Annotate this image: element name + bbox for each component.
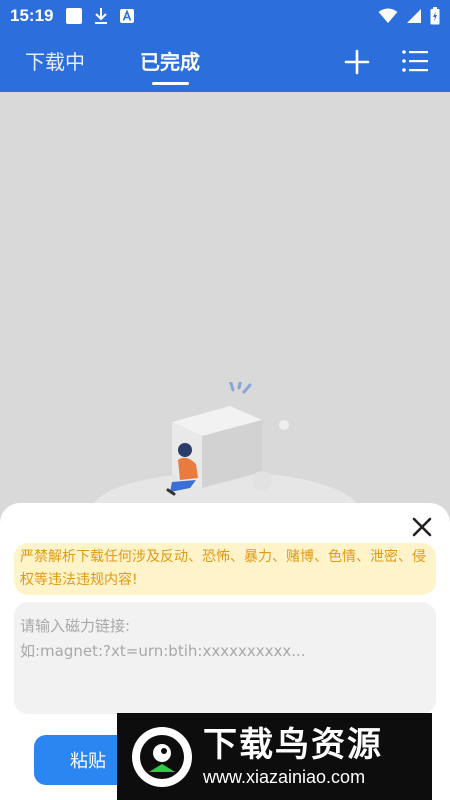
status-bar: 15:19 <box>0 0 450 32</box>
active-tab-indicator <box>152 82 189 85</box>
download-icon <box>95 8 108 24</box>
tab-completed[interactable]: 已完成 <box>140 46 200 75</box>
signal-icon <box>407 9 421 23</box>
legal-warning-notice: 严禁解析下载任何涉及反动、恐怖、暴力、赌博、色情、泄密、侵权等违法违规内容! <box>14 543 436 595</box>
tab-downloading[interactable]: 下载中 <box>25 46 85 75</box>
watermark-title: 下载鸟资源 <box>203 724 383 765</box>
system-icons <box>378 7 440 25</box>
square-notification-icon <box>66 8 83 24</box>
close-icon[interactable] <box>408 513 436 541</box>
status-time: 15:19 <box>10 6 54 25</box>
app-notification-icon <box>120 9 135 23</box>
watermark-banner: 下载鸟资源 www.xiazainiao.com <box>117 713 432 800</box>
list-menu-icon[interactable] <box>400 46 430 76</box>
bird-logo-icon <box>132 726 192 787</box>
plus-icon[interactable] <box>343 48 371 76</box>
magnet-link-input[interactable] <box>14 602 436 714</box>
notification-icons <box>65 7 135 25</box>
app-bar: 下载中 已完成 <box>0 32 450 92</box>
wifi-icon <box>378 8 398 23</box>
battery-icon <box>430 7 440 25</box>
watermark-url: www.xiazainiao.com <box>203 766 366 787</box>
